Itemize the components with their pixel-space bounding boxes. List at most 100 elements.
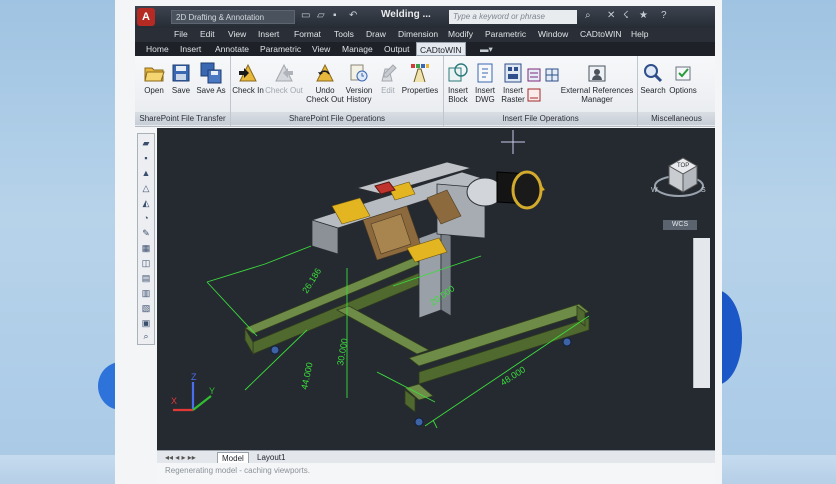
external-references-manager-button[interactable]: External References Manager <box>559 62 635 104</box>
tab-annotate[interactable]: Annotate <box>212 42 252 56</box>
toolbar-undo-check-out-icon[interactable]: ◭ <box>139 197 153 209</box>
vertical-scrollbar[interactable] <box>693 238 710 388</box>
insert-block-icon <box>448 63 468 82</box>
menu-file[interactable]: File <box>174 29 188 39</box>
tab-nav-first-icon[interactable]: ◂◂ ◂ ▸ ▸▸ <box>161 452 200 463</box>
check-out-label: Check Out <box>265 86 303 95</box>
save-button[interactable]: Save <box>169 62 193 95</box>
floppy-icon <box>172 64 190 82</box>
menu-dimension[interactable]: Dimension <box>398 29 438 39</box>
tab-cadtowin[interactable]: CADtoWIN <box>416 42 466 56</box>
toolbar-insert-block-icon[interactable]: ◫ <box>139 257 153 269</box>
viewcube-face-label: TOP <box>677 163 689 169</box>
raster-label: Raster <box>501 95 525 104</box>
wcs-menu[interactable]: WCS <box>663 220 697 230</box>
ribbon-toggle-icon[interactable]: ▬▾ <box>477 42 496 56</box>
small-tool-button-1[interactable] <box>527 68 541 84</box>
viewcube[interactable]: TOP W S <box>651 152 707 214</box>
ucs-z-label: Z <box>191 372 197 382</box>
menu-insert[interactable]: Insert <box>258 29 279 39</box>
toolbar-check-out-icon[interactable]: △ <box>139 182 153 194</box>
dwg-label: DWG <box>475 95 495 104</box>
pdf-icon <box>527 88 541 102</box>
toolbar-xref-icon[interactable]: ▣ <box>139 317 153 329</box>
menu-help[interactable]: Help <box>631 29 648 39</box>
tab-manage[interactable]: Manage <box>339 42 376 56</box>
menu-tools[interactable]: Tools <box>334 29 354 39</box>
help-icon[interactable]: ? <box>661 10 667 21</box>
menu-format[interactable]: Format <box>294 29 321 39</box>
favorites-icon[interactable]: ★ <box>639 10 648 21</box>
check-in-button[interactable]: Check In <box>231 62 265 95</box>
dimension-44-000: 44.000 <box>299 361 315 390</box>
undo-label: Undo <box>315 86 335 95</box>
toolbar-search-icon[interactable]: ⌕ <box>139 330 153 342</box>
communication-icon[interactable]: ☇ <box>623 10 629 21</box>
toolbar-image-icon[interactable]: ▧ <box>139 302 153 314</box>
undo-check-out-button[interactable]: Undo Check Out <box>305 62 345 104</box>
version-history-button[interactable]: Version History <box>341 62 377 104</box>
tab-output[interactable]: Output <box>381 42 413 56</box>
command-line[interactable]: Regenerating model - caching viewports. <box>157 463 715 484</box>
toolbar-check-in-icon[interactable]: ▲ <box>139 167 153 179</box>
menu-edit[interactable]: Edit <box>200 29 215 39</box>
properties-button[interactable]: Properties <box>401 62 439 95</box>
app-menu-button[interactable]: A <box>137 8 155 26</box>
drawing-canvas[interactable]: 26.186 30.000 44.000 20.000 48.000 Z X Y <box>157 128 715 450</box>
tab-insert[interactable]: Insert <box>177 42 204 56</box>
tab-view[interactable]: View <box>309 42 333 56</box>
toolbar-save-icon[interactable]: ▪ <box>139 152 153 164</box>
toolbar-properties-icon[interactable]: ▦ <box>139 242 153 254</box>
save-icon[interactable]: ▪ <box>333 10 337 21</box>
menu-window[interactable]: Window <box>538 29 568 39</box>
menu-cadtowin[interactable]: CADtoWIN <box>580 29 622 39</box>
crosshair-cursor <box>501 130 525 154</box>
check-in-icon <box>239 63 257 82</box>
title-bar: A 2D Drafting & Annotation ▭ ▱ ▪ ↶ Weldi… <box>135 6 715 28</box>
menu-draw[interactable]: Draw <box>366 29 386 39</box>
search-button[interactable]: Search <box>639 62 667 95</box>
toolbar-open-icon[interactable]: ▰ <box>139 137 153 149</box>
panel-label-file-operations: SharePoint File Operations <box>231 112 443 125</box>
toolbar-insert-dwg-icon[interactable]: ▤ <box>139 272 153 284</box>
small-tool-button-3[interactable] <box>527 88 541 104</box>
toolbar-edit-icon[interactable]: ✎ <box>139 227 153 239</box>
tools-icon[interactable]: ✕ <box>607 10 615 21</box>
insert-block-button[interactable]: Insert Block <box>443 62 473 104</box>
search-icon[interactable]: ⌕ <box>585 10 591 21</box>
search-label: Search <box>640 86 666 95</box>
workspace-dropdown[interactable]: 2D Drafting & Annotation <box>171 10 295 24</box>
tab-home[interactable]: Home <box>143 42 172 56</box>
autocad-window: A 2D Drafting & Annotation ▭ ▱ ▪ ↶ Weldi… <box>115 0 722 484</box>
edit-button[interactable]: Edit <box>377 62 399 95</box>
image-list-icon <box>527 68 541 82</box>
external-references-icon <box>588 65 606 82</box>
toolbar-version-history-icon[interactable]: ◔ <box>139 212 153 224</box>
open-button[interactable]: Open <box>141 62 167 95</box>
undo-icon[interactable]: ↶ <box>349 10 357 21</box>
manager-label: Manager <box>581 95 613 104</box>
small-tool-button-2[interactable] <box>545 68 559 84</box>
insert-dwg-button[interactable]: Insert DWG <box>471 62 499 104</box>
model-space-viewport[interactable]: 26.186 30.000 44.000 20.000 48.000 Z X Y <box>157 128 715 450</box>
edit-label: Edit <box>381 86 395 95</box>
check-out-button[interactable]: Check Out <box>265 62 303 95</box>
tab-parametric[interactable]: Parametric <box>257 42 304 56</box>
menu-view[interactable]: View <box>228 29 246 39</box>
insert-raster-button[interactable]: Insert Raster <box>497 62 529 104</box>
external-references-label: External References <box>560 86 634 95</box>
menu-bar: File Edit View Insert Format Tools Draw … <box>135 28 715 42</box>
tab-layout1[interactable]: Layout1 <box>253 452 289 463</box>
panel-label-miscellaneous: Miscellaneous <box>638 112 715 125</box>
toolbar-insert-raster-icon[interactable]: ▥ <box>139 287 153 299</box>
options-button[interactable]: Options <box>667 62 699 95</box>
version-label: Version <box>345 86 373 95</box>
menu-modify[interactable]: Modify <box>448 29 473 39</box>
open-icon[interactable]: ▱ <box>317 10 325 21</box>
save-as-button[interactable]: Save As <box>195 62 227 95</box>
new-icon[interactable]: ▭ <box>301 10 310 21</box>
version-history-icon <box>350 64 368 82</box>
keyword-search-input[interactable]: Type a keyword or phrase <box>449 10 577 24</box>
panel-label-file-transfer: SharePoint File Transfer <box>135 112 230 125</box>
menu-parametric[interactable]: Parametric <box>485 29 526 39</box>
